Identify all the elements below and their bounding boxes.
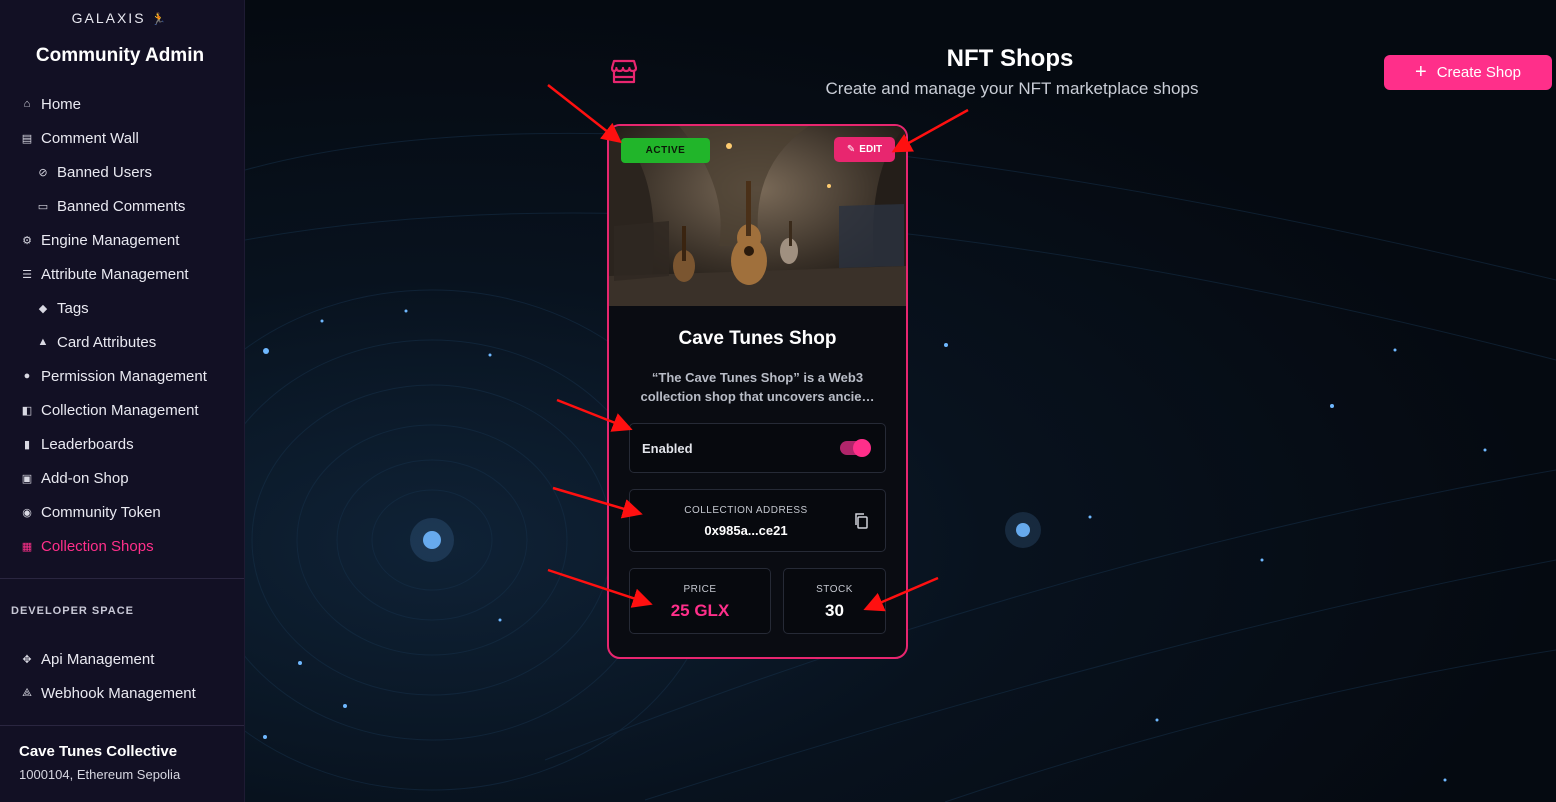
shop-description: “The Cave Tunes Shop” is a Web3 collecti… xyxy=(627,368,888,406)
create-shop-label: Create Shop xyxy=(1436,64,1521,81)
sidebar-item-api-management[interactable]: ✥ Api Management xyxy=(0,642,245,676)
addon-shop-icon: ▣ xyxy=(21,472,33,485)
sidebar-item-addon-shop[interactable]: ▣ Add-on Shop xyxy=(0,461,245,495)
page-subtitle: Create and manage your NFT marketplace s… xyxy=(825,79,1199,98)
edit-label: EDIT xyxy=(859,144,883,155)
comment-icon: ▤ xyxy=(21,132,33,145)
bar-chart-icon: ▮ xyxy=(23,438,31,451)
collection-address-label: COLLECTION ADDRESS xyxy=(684,505,808,516)
sidebar-item-label: Api Management xyxy=(41,650,155,668)
edit-button[interactable]: ✎ EDIT xyxy=(834,137,895,162)
sidebar-item-permission-management[interactable]: ● Permission Management xyxy=(0,359,245,393)
price-label: PRICE xyxy=(683,584,717,595)
card-attribute-icon: ▲ xyxy=(37,336,49,348)
galaxis-logo[interactable]: GALAXIS 🏃 xyxy=(0,10,240,26)
copy-icon[interactable] xyxy=(853,512,869,530)
sidebar-item-label: Add-on Shop xyxy=(41,469,129,487)
shop-description-line: “The Cave Tunes Shop” is a Web3 xyxy=(651,370,864,385)
community-info: Cave Tunes Collective 1000104, Ethereum … xyxy=(19,743,180,782)
sidebar-item-label: Engine Management xyxy=(41,231,180,249)
sidebar-item-label: Permission Management xyxy=(41,367,207,385)
developer-space-heading: DEVELOPER SPACE xyxy=(11,605,134,617)
sidebar-item-tags[interactable]: ◆ Tags xyxy=(0,291,245,325)
gear-icon: ⚙ xyxy=(22,234,32,247)
price-panel: PRICE 25 GLX xyxy=(629,568,771,634)
sidebar-item-label: Collection Management xyxy=(41,401,199,419)
sidebar-item-label: Banned Users xyxy=(57,163,153,181)
community-meta: 1000104, Ethereum Sepolia xyxy=(19,767,181,782)
store-icon: ▦ xyxy=(21,540,33,553)
sidebar-item-label: Banned Comments xyxy=(57,197,186,215)
sidebar-item-label: Attribute Management xyxy=(41,265,189,283)
sidebar-item-collection-management[interactable]: ◧ Collection Management xyxy=(0,393,245,427)
main-content: NFT Shops Create and manage your NFT mar… xyxy=(245,0,1556,802)
collection-address-value: 0x985a...ce21 xyxy=(704,523,788,538)
sidebar-item-collection-shops[interactable]: ▦ Collection Shops xyxy=(0,529,245,563)
sidebar-item-card-attributes[interactable]: ▲ Card Attributes xyxy=(0,325,245,359)
enabled-panel: Enabled xyxy=(629,423,886,473)
shop-description-line: collection shop that uncovers ancie… xyxy=(640,389,875,404)
store-icon xyxy=(611,59,637,84)
api-icon: ✥ xyxy=(22,653,32,666)
sidebar-item-banned-comments[interactable]: ▭ Banned Comments xyxy=(0,189,245,223)
sidebar-divider xyxy=(0,578,244,579)
sidebar-item-banned-users[interactable]: ⊘ Banned Users xyxy=(0,155,245,189)
sliders-icon: ☰ xyxy=(22,268,32,281)
sidebar-divider xyxy=(0,725,244,726)
stock-panel: STOCK 30 xyxy=(783,568,886,634)
main-nav: ⌂ Home ▤ Comment Wall ⊘ Banned Users ▭ B… xyxy=(0,87,245,563)
app-title: Community Admin xyxy=(35,45,205,66)
collection-icon: ◧ xyxy=(21,404,33,417)
collection-address-panel: COLLECTION ADDRESS 0x985a...ce21 xyxy=(629,489,886,552)
enabled-toggle[interactable] xyxy=(840,439,871,457)
create-shop-button[interactable]: + Create Shop xyxy=(1384,55,1552,90)
sidebar-item-label: Leaderboards xyxy=(41,435,134,453)
status-badge: ACTIVE xyxy=(621,138,710,163)
stock-value: 30 xyxy=(825,601,844,620)
stock-label: STOCK xyxy=(816,584,853,595)
shop-card[interactable]: ACTIVE ✎ EDIT Cave Tunes Shop “The Cave … xyxy=(607,124,908,659)
sidebar-item-webhook-management[interactable]: ⟁ Webhook Management xyxy=(0,676,245,710)
webhook-icon: ⟁ xyxy=(22,686,32,699)
sidebar-item-label: Webhook Management xyxy=(41,684,196,702)
token-icon: ◉ xyxy=(22,506,32,519)
page-title: NFT Shops xyxy=(946,45,1074,72)
sidebar-item-attribute-management[interactable]: ☰ Attribute Management xyxy=(0,257,245,291)
price-value: 25 GLX xyxy=(670,601,730,620)
permission-icon: ● xyxy=(23,370,31,382)
sidebar-item-comment-wall[interactable]: ▤ Comment Wall xyxy=(0,121,245,155)
enabled-label: Enabled xyxy=(642,441,693,456)
banned-user-icon: ⊘ xyxy=(38,166,48,179)
sidebar-item-label: Home xyxy=(41,95,82,113)
sidebar-item-label: Community Token xyxy=(41,503,161,521)
sidebar-item-label: Comment Wall xyxy=(41,129,139,147)
pencil-icon: ✎ xyxy=(846,144,856,155)
sidebar-item-engine-management[interactable]: ⚙ Engine Management xyxy=(0,223,245,257)
developer-nav: ✥ Api Management ⟁ Webhook Management xyxy=(0,642,245,710)
runner-icon: 🏃 xyxy=(151,12,169,26)
sidebar-item-home[interactable]: ⌂ Home xyxy=(0,87,245,121)
sidebar: GALAXIS 🏃 Community Admin ⌂ Home ▤ Comme… xyxy=(0,0,245,802)
sidebar-item-label: Card Attributes xyxy=(57,333,157,351)
community-name: Cave Tunes Collective xyxy=(19,743,178,760)
sidebar-item-label: Tags xyxy=(57,299,89,317)
home-icon: ⌂ xyxy=(23,98,31,110)
tag-icon: ◆ xyxy=(38,302,48,315)
sidebar-item-community-token[interactable]: ◉ Community Token xyxy=(0,495,245,529)
sidebar-item-label: Collection Shops xyxy=(41,537,154,555)
plus-icon: + xyxy=(1415,60,1427,83)
banned-comment-icon: ▭ xyxy=(37,200,49,213)
sidebar-item-leaderboards[interactable]: ▮ Leaderboards xyxy=(0,427,245,461)
shop-name: Cave Tunes Shop xyxy=(678,328,837,349)
toggle-knob xyxy=(853,439,871,457)
